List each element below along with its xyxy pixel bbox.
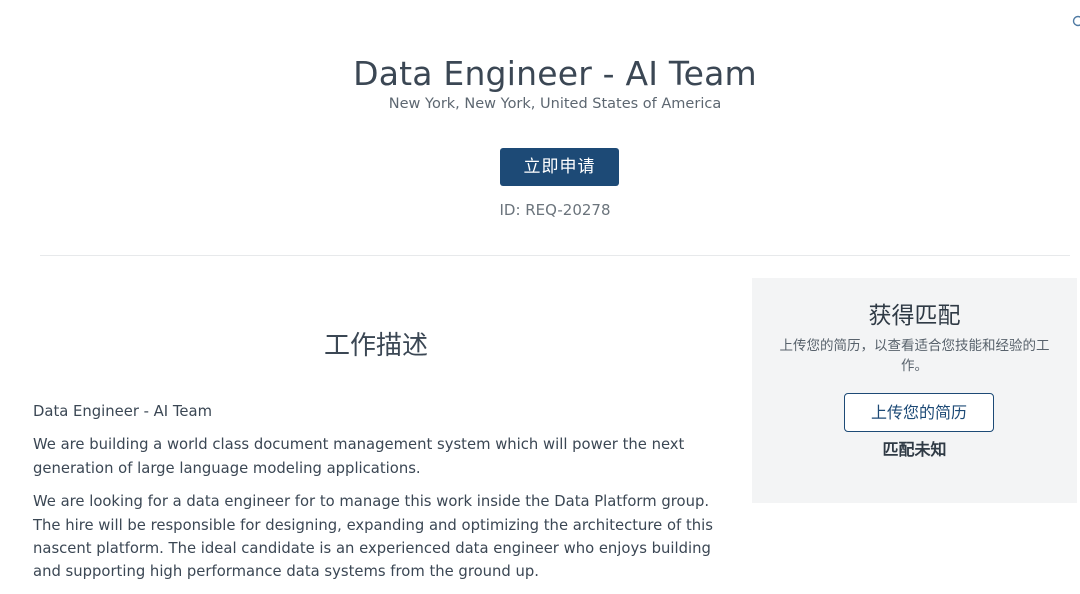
search-icon[interactable] <box>1072 14 1080 28</box>
header-divider <box>40 255 1070 256</box>
job-title: Data Engineer - AI Team <box>0 52 1080 96</box>
job-description-heading: 工作描述 <box>0 328 752 364</box>
description-paragraph: We are building a world class document m… <box>33 433 733 480</box>
description-paragraph: We are looking for a data engineer for t… <box>33 490 733 584</box>
apply-now-button[interactable]: 立即申请 <box>500 148 619 186</box>
get-matched-panel: 获得匹配 上传您的简历，以查看适合您技能和经验的工作。 上传您的简历 匹配未知 <box>752 278 1077 503</box>
match-panel-title: 获得匹配 <box>752 300 1077 332</box>
match-panel-description: 上传您的简历，以查看适合您技能和经验的工作。 <box>774 336 1055 376</box>
upload-resume-button[interactable]: 上传您的简历 <box>844 393 994 432</box>
job-location: New York, New York, United States of Ame… <box>0 94 1080 114</box>
job-id: ID: REQ-20278 <box>0 200 1080 220</box>
job-description-body: Data Engineer - AI Team We are building … <box>33 400 733 594</box>
match-status: 匹配未知 <box>752 438 1077 462</box>
description-paragraph: Data Engineer - AI Team <box>33 400 733 423</box>
